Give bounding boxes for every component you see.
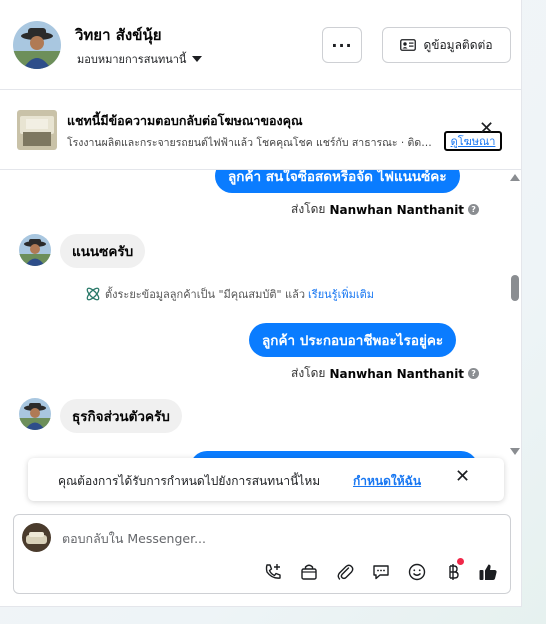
message-input[interactable] [62,529,442,547]
system-notice-text: ตั้งระยะข้อมูลลูกค้าเป็น "มีคุณสมบัติ" แ… [105,288,306,301]
message-thread[interactable]: ลูกค้า สนใจซื้อสดหรือจัด ไฟแนนซ์คะ ส่งโด… [0,170,521,458]
close-icon[interactable]: ✕ [479,120,494,138]
sent-by-name: Nanwhan Nanthanit [329,366,465,381]
sent-by-label: ส่งโดย Nanwhan Nanthanit ? [291,200,480,219]
sent-by-prefix: ส่งโดย [291,202,326,216]
paperclip-icon[interactable] [334,561,356,583]
sent-by-label: ส่งโดย Nanwhan Nanthanit ? [291,364,480,383]
info-icon[interactable]: ? [468,204,480,215]
scroll-down-arrow-icon[interactable] [510,448,520,455]
chat-bubble-icon[interactable] [370,561,392,583]
contact-card-icon [400,39,417,51]
learn-more-link[interactable]: เรียนรู้เพิ่มเติม [308,285,374,303]
shopping-bag-icon[interactable] [298,561,320,583]
system-notice: ตั้งระยะข้อมูลลูกค้าเป็น "มีคุณสมบัติ" แ… [84,285,374,303]
lead-stage-icon [86,287,100,301]
sent-by-prefix: ส่งโดย [291,366,326,380]
ad-reply-title: แชทนี้มีข้อความตอบกลับต่อโฆษณาของคุณ [67,113,303,128]
contact-name[interactable]: วิทยา สังข์นุ้ย [75,23,162,47]
contact-avatar-small[interactable] [19,234,51,266]
scroll-up-arrow-icon[interactable] [510,174,520,181]
contact-avatar[interactable] [13,21,61,69]
notification-dot [457,558,464,565]
emoji-icon[interactable] [406,561,428,583]
incoming-message[interactable]: แนนซครับ [60,234,146,268]
view-contact-info-button[interactable]: ดูข้อมูลติดต่อ [382,27,511,63]
outgoing-message[interactable]: ลูกค้า สนใจซื้อสดหรือจัด ไฟแนนซ์คะ [215,170,460,193]
reply-composer [13,514,511,594]
assign-dropdown[interactable]: มอบหมายการสนทนานี้ [77,50,203,68]
conversation-header: วิทยา สังข์นุ้ย มอบหมายการสนทนานี้ ··· ด… [0,0,521,90]
assign-prompt-banner: คุณต้องการได้รับการกำหนดไปยังการสนทนานี้… [28,458,504,501]
assign-dropdown-label: มอบหมายการสนทนานี้ [77,53,187,66]
contact-avatar-small[interactable] [19,398,51,430]
page-avatar [22,523,51,552]
ad-reply-subtitle: โรงงานผลิตและกระจายรถยนต์ไฟฟ้าแล้ว โชคคุ… [67,137,437,149]
conversation-panel: วิทยา สังข์นุ้ย มอบหมายการสนทนานี้ ··· ด… [0,0,522,607]
assign-to-me-link[interactable]: กำหนดให้ฉัน [353,472,421,491]
info-icon[interactable]: ? [468,368,480,379]
scrollbar-thumb[interactable] [511,275,519,301]
phone-add-icon[interactable] [262,561,284,583]
view-contact-info-label: ดูข้อมูลติดต่อ [423,37,493,52]
incoming-message[interactable]: ธุรกิจส่วนตัวครับ [60,399,182,433]
outgoing-message[interactable]: ลูกค้า ประกอบอาชีพอะไรอยู่คะ [249,323,457,357]
more-options-button[interactable]: ··· [322,27,362,63]
thumbs-up-icon[interactable] [477,561,499,583]
ad-reply-banner: แชทนี้มีข้อความตอบกลับต่อโฆษณาของคุณ โรง… [0,91,521,170]
caret-down-icon [192,56,203,62]
ad-thumbnail[interactable] [17,110,57,150]
assign-prompt-text: คุณต้องการได้รับการกำหนดไปยังการสนทนานี้… [58,474,321,488]
baht-icon[interactable] [442,558,464,583]
close-icon[interactable]: ✕ [455,468,470,486]
outgoing-message-partial[interactable] [190,451,478,458]
sent-by-name: Nanwhan Nanthanit [329,202,465,217]
